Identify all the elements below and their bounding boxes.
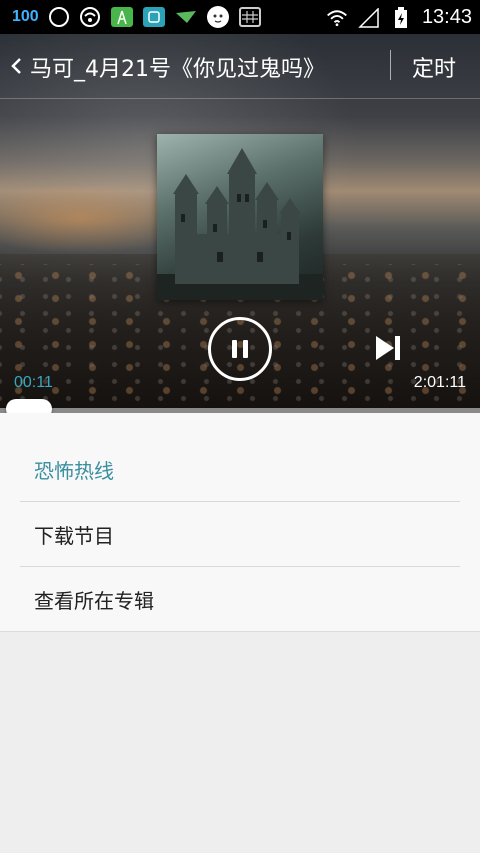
episode-title: 马可_4月21号《你见过鬼吗》 [30,57,325,82]
total-duration: 2:01:11 [413,374,466,391]
album-cover [157,134,323,300]
cell-signal-icon [358,7,380,28]
ting-app-icon [142,7,165,27]
timer-button[interactable]: 定时 [412,51,456,83]
signal-tower-icon [110,7,133,27]
elapsed-time: 00:11 [14,374,53,391]
weibo-icon [48,7,69,27]
keyboard-icon [238,7,261,27]
clock: 13:43 [421,6,472,28]
pause-button[interactable] [208,317,272,381]
menu-item-horror-hotline[interactable]: 恐怖热线 [20,437,460,501]
next-track-icon[interactable] [374,334,402,362]
battery-charging-icon [390,6,412,28]
cat-face-icon [206,6,229,28]
wifi-icon [79,7,101,27]
action-menu: 恐怖热线 下载节目 查看所在专辑 [0,413,480,632]
paper-plane-icon [175,7,197,27]
status-bar: 100 13:43 [0,0,480,34]
player-panel: 马可_4月21号《你见过鬼吗》 定时 00:11 2:01:11 [0,34,480,408]
title-divider [390,50,391,80]
back-icon[interactable] [4,52,28,80]
wifi-signal-icon [326,8,348,28]
battery-percent: 100 [12,8,39,25]
pause-icon-bar [243,340,248,358]
menu-item-view-album[interactable]: 查看所在专辑 [20,567,460,631]
menu-item-download[interactable]: 下载节目 [20,502,460,566]
player-top-bar: 马可_4月21号《你见过鬼吗》 定时 [0,34,480,99]
castle-artwork [157,148,323,300]
pause-icon [232,340,237,358]
